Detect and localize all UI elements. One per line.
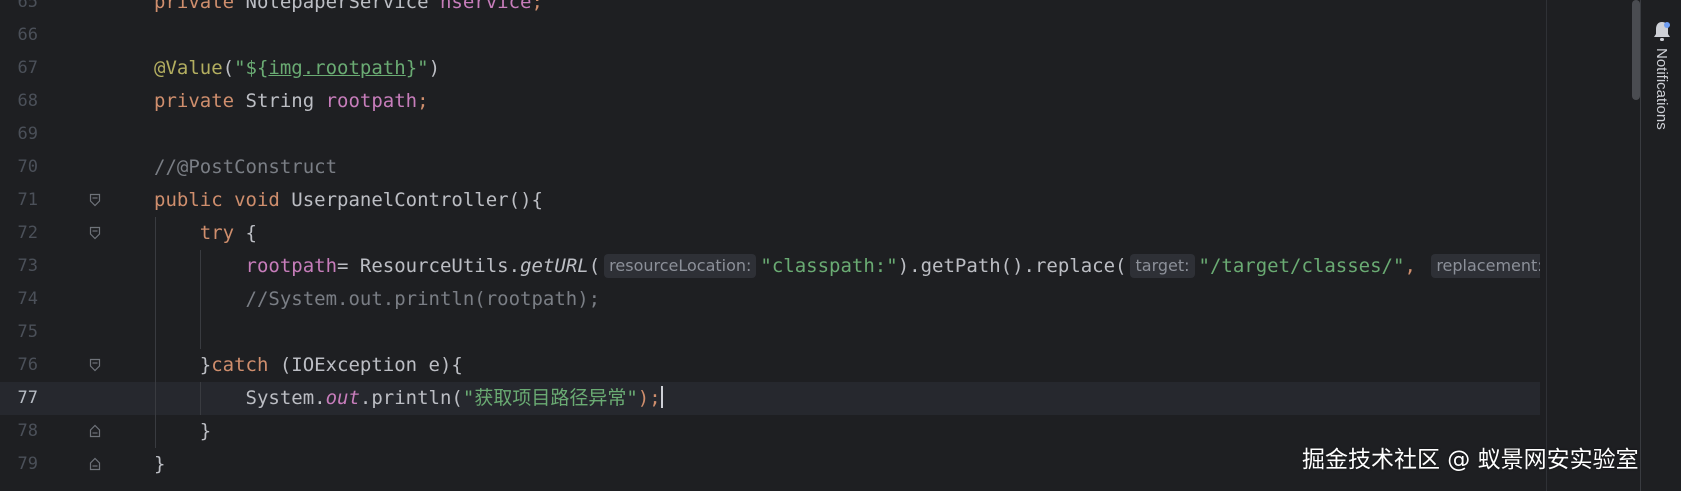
code-line[interactable]: 73 rootpath= ResourceUtils.getURL(resour…: [0, 250, 1540, 283]
code-token: "/target/classes/": [1198, 255, 1405, 277]
code-token: }: [154, 453, 166, 475]
line-number: 70: [17, 157, 38, 177]
code-token: ).getPath().replace(: [897, 255, 1127, 277]
code-token: //@PostConstruct: [154, 156, 338, 178]
line-number: 65: [17, 0, 38, 12]
code-token: "classpath:": [760, 255, 898, 277]
parameter-hint: resourceLocation:: [604, 254, 757, 278]
code-line[interactable]: 68 private String rootpath;: [0, 85, 1540, 118]
code-token: try: [154, 222, 246, 244]
parameter-hint: replacement:: [1431, 254, 1540, 278]
bell-icon[interactable]: [1652, 20, 1672, 42]
code-text: }: [154, 448, 165, 481]
line-number: 69: [17, 124, 38, 144]
line-number: 79: [17, 454, 38, 474]
current-code-line[interactable]: 77 System.out.println("获取项目路径异常");: [0, 382, 1540, 415]
code-text: }: [154, 415, 211, 448]
code-token: {: [245, 222, 257, 244]
code-text: rootpath= ResourceUtils.getURL(resourceL…: [154, 250, 1540, 283]
indent-guide: [155, 217, 156, 448]
code-line[interactable]: 69: [0, 118, 1540, 151]
code-token: private: [154, 0, 246, 13]
code-token: (: [588, 255, 601, 277]
code-token: );: [637, 387, 661, 409]
code-token: catch: [211, 354, 280, 376]
code-token: }: [154, 420, 212, 442]
code-token: UserpanelController: [291, 189, 509, 211]
code-token: out: [325, 387, 360, 409]
code-text: private String rootpath;: [154, 85, 429, 118]
code-line[interactable]: 66: [0, 19, 1540, 52]
code-text: }catch (IOException e){: [154, 349, 463, 382]
code-text: @Value("${img.rootpath}"): [154, 52, 440, 85]
code-line[interactable]: 72 try {: [0, 217, 1540, 250]
code-token: (: [222, 57, 235, 79]
code-token: @Value: [154, 57, 223, 79]
scrollbar-thumb[interactable]: [1632, 0, 1640, 100]
text-caret: [660, 386, 663, 408]
ide-window: 65 private NotepaperService nservice; 66 67…: [0, 0, 1681, 491]
code-line[interactable]: 70 //@PostConstruct: [0, 151, 1540, 184]
watermark: 掘金技术社区 @ 蚁景网安实验室: [1302, 447, 1639, 473]
line-number: 66: [17, 25, 38, 45]
code-text: System.out.println("获取项目路径异常");: [154, 382, 663, 415]
code-line[interactable]: 65 private NotepaperService nservice;: [0, 0, 1540, 19]
code-token: NotepaperService: [245, 0, 440, 13]
line-number: 75: [17, 322, 38, 342]
code-token: ;: [531, 0, 543, 13]
fold-open-icon[interactable]: [89, 193, 101, 207]
line-number: 71: [17, 190, 38, 210]
code-token: //System.out.println(rootpath);: [154, 288, 601, 310]
fold-open-icon[interactable]: [89, 226, 101, 240]
code-token: rootpath: [325, 90, 418, 112]
code-line[interactable]: 74 //System.out.println(rootpath);: [0, 283, 1540, 316]
code-token: }": [405, 57, 429, 79]
line-number: 74: [17, 289, 38, 309]
code-token: getURL: [520, 255, 589, 277]
code-line[interactable]: 75: [0, 316, 1540, 349]
line-number: 73: [17, 256, 38, 276]
line-number: 77: [17, 388, 38, 408]
code-token: .println(: [359, 387, 463, 409]
code-line[interactable]: 67 @Value("${img.rootpath}"): [0, 52, 1540, 85]
code-token: ): [428, 57, 441, 79]
parameter-hint: target:: [1130, 254, 1195, 278]
code-line[interactable]: 71 public void UserpanelController(){: [0, 184, 1540, 217]
code-token: ;: [417, 90, 429, 112]
code-text: public void UserpanelController(){: [154, 184, 543, 217]
code-token: nservice: [439, 0, 532, 13]
code-token: img.rootpath: [268, 57, 406, 79]
code-text: private NotepaperService nservice;: [154, 0, 543, 19]
code-text: //@PostConstruct: [154, 151, 337, 184]
code-token: private: [154, 90, 246, 112]
code-token: System.: [154, 387, 326, 409]
indent-guide: [200, 250, 201, 349]
code-token: "获取项目路径异常": [462, 387, 638, 409]
indent-guide: [200, 382, 201, 415]
fold-open-icon[interactable]: [89, 358, 101, 372]
line-number: 72: [17, 223, 38, 243]
code-token: void: [234, 189, 292, 211]
code-token: String: [245, 90, 326, 112]
code-token: (){: [508, 189, 543, 211]
code-token: (IOException e){: [279, 354, 463, 376]
code-token: = ResourceUtils.: [337, 255, 521, 277]
line-number: 68: [17, 91, 38, 111]
code-text: //System.out.println(rootpath);: [154, 283, 601, 316]
fold-close-icon[interactable]: [89, 457, 101, 471]
notifications-tab[interactable]: Notifications: [1648, 48, 1670, 148]
line-number: 76: [17, 355, 38, 375]
code-text: try {: [154, 217, 257, 250]
right-margin-guide: [1546, 0, 1547, 491]
code-token: rootpath: [154, 255, 338, 277]
code-line[interactable]: 76 }catch (IOException e){: [0, 349, 1540, 382]
code-token: "${: [234, 57, 269, 79]
code-token: public: [154, 189, 235, 211]
line-number: 67: [17, 58, 38, 78]
code-token: ,: [1404, 255, 1428, 277]
line-number: 78: [17, 421, 38, 441]
code-token: }: [154, 354, 212, 376]
code-lines: 65 private NotepaperService nservice; 66 67…: [0, 0, 1540, 491]
fold-close-icon[interactable]: [89, 424, 101, 438]
